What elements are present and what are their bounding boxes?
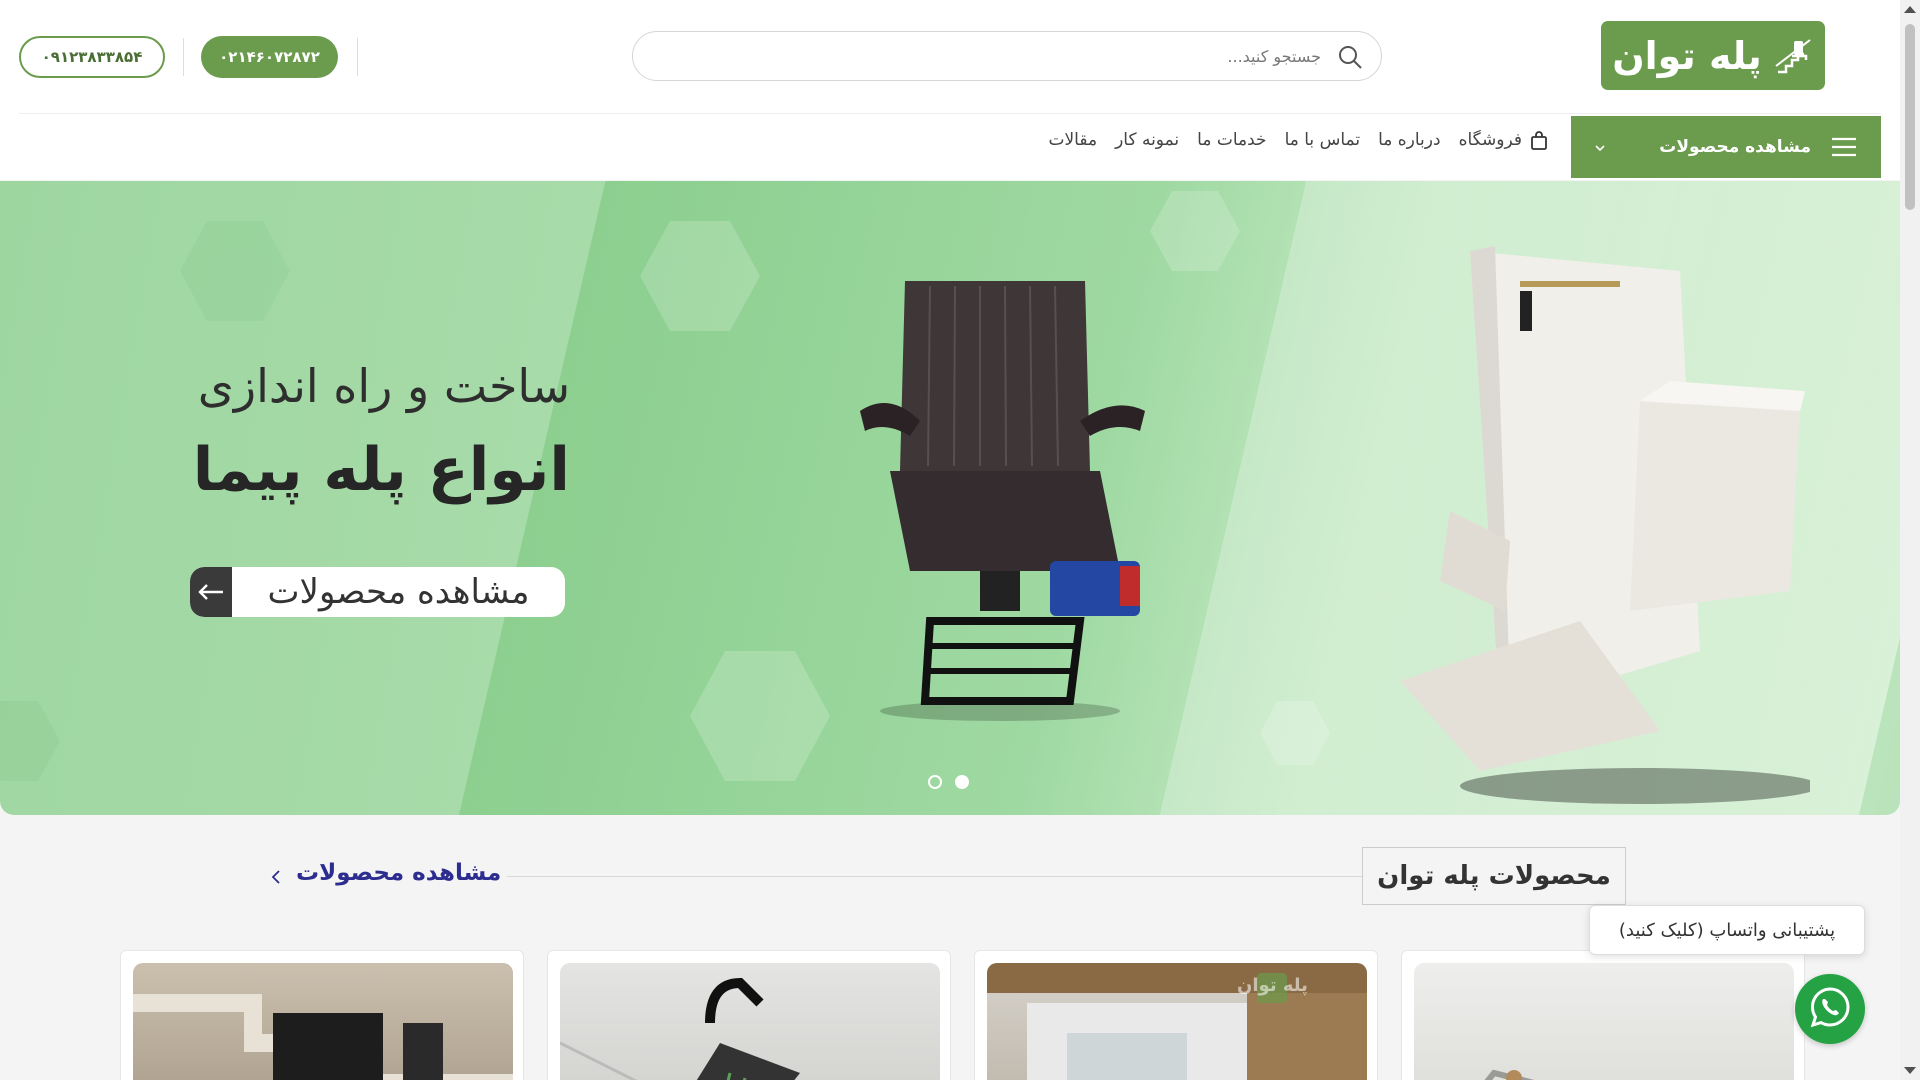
nav-item-services[interactable]: خدمات ما bbox=[1197, 130, 1266, 150]
whatsapp-icon bbox=[1808, 985, 1852, 1033]
products-menu-button[interactable]: مشاهده محصولات bbox=[1571, 116, 1881, 178]
scroll-down-arrow[interactable] bbox=[1904, 1067, 1916, 1074]
page: پله توان ۰۲۱۴۶۰۷۲۸۷۲ ۰۹۱۲۳۸۳۳۸۵۴ bbox=[0, 0, 1900, 1080]
site-logo[interactable]: پله توان bbox=[1601, 21, 1825, 90]
shopping-bag-icon bbox=[1530, 130, 1548, 150]
products-section-title: محصولات پله توان bbox=[1362, 847, 1626, 905]
nav-item-shop[interactable]: فروشگاه bbox=[1459, 130, 1548, 150]
product-image bbox=[133, 963, 513, 1080]
logo-text: پله توان bbox=[1612, 33, 1762, 78]
search-box bbox=[632, 31, 1382, 81]
view-products-label: مشاهده محصولات bbox=[296, 860, 502, 886]
product-image: پله توان bbox=[987, 963, 1367, 1080]
slider-dot-active[interactable] bbox=[955, 775, 969, 789]
hexagon-decoration bbox=[180, 221, 290, 321]
nav-item-portfolio[interactable]: نمونه کار bbox=[1115, 130, 1179, 150]
products-menu-label: مشاهده محصولات bbox=[1659, 137, 1811, 157]
chevron-down-icon bbox=[1593, 140, 1607, 154]
product-image bbox=[1414, 963, 1794, 1080]
hexagon-decoration bbox=[1150, 191, 1240, 271]
product-card[interactable]: پله توان bbox=[974, 950, 1378, 1080]
product-image bbox=[560, 963, 940, 1080]
scroll-thumb[interactable] bbox=[1905, 24, 1915, 210]
hero-view-products-button[interactable]: مشاهده محصولات bbox=[190, 567, 565, 617]
hero-title-line2: انواع پله پیما bbox=[192, 435, 570, 505]
hero-slider[interactable]: ساخت و راه اندازی انواع پله پیما مشاهده … bbox=[0, 181, 1900, 815]
slider-dots bbox=[928, 775, 969, 789]
nav-item-label: فروشگاه bbox=[1458, 130, 1522, 150]
header-divider bbox=[357, 38, 358, 76]
nav-item-contact[interactable]: تماس با ما bbox=[1285, 130, 1361, 150]
hamburger-icon bbox=[1831, 137, 1857, 157]
search-input[interactable] bbox=[653, 32, 1321, 80]
product-card[interactable] bbox=[547, 950, 951, 1080]
page-scrollbar[interactable] bbox=[1900, 0, 1920, 1080]
hexagon-decoration bbox=[0, 701, 60, 781]
hexagon-decoration bbox=[1260, 701, 1330, 765]
stairlift-image bbox=[1400, 246, 1810, 804]
card-watermark: پله توان bbox=[1237, 975, 1308, 996]
chevron-left-icon bbox=[270, 865, 282, 884]
nav-item-about[interactable]: درباره ما bbox=[1378, 130, 1441, 150]
hexagon-decoration bbox=[640, 221, 760, 331]
nav-item-articles[interactable]: مقالات bbox=[1048, 130, 1097, 150]
slider-dot[interactable] bbox=[928, 775, 942, 789]
scroll-up-arrow[interactable] bbox=[1904, 6, 1916, 13]
site-header: پله توان ۰۲۱۴۶۰۷۲۸۷۲ ۰۹۱۲۳۸۳۳۸۵۴ bbox=[0, 0, 1900, 180]
view-products-link[interactable]: مشاهده محصولات bbox=[270, 860, 501, 886]
whatsapp-button[interactable] bbox=[1795, 974, 1865, 1044]
main-nav: فروشگاه درباره ما تماس با ما خدمات ما نم… bbox=[1048, 130, 1548, 150]
phone-secondary-button[interactable]: ۰۹۱۲۳۸۳۳۸۵۴ bbox=[19, 36, 165, 78]
hexagon-decoration bbox=[690, 651, 830, 781]
section-divider bbox=[507, 876, 1362, 877]
header-divider bbox=[183, 38, 184, 76]
phone-primary-button[interactable]: ۰۲۱۴۶۰۷۲۸۷۲ bbox=[201, 36, 338, 78]
header-separator bbox=[19, 113, 1881, 114]
hero-button-label: مشاهده محصولات bbox=[267, 572, 530, 612]
product-card[interactable] bbox=[120, 950, 524, 1080]
whatsapp-tooltip[interactable]: پشتیبانی واتساپ (کلیک کنید) bbox=[1589, 905, 1865, 955]
stairlift-logo-icon bbox=[1774, 36, 1814, 76]
search-icon[interactable] bbox=[1337, 44, 1363, 70]
hero-title-line1: ساخت و راه اندازی bbox=[197, 359, 570, 413]
product-card[interactable] bbox=[1401, 950, 1805, 1080]
arrow-left-icon bbox=[190, 567, 232, 617]
stair-chair-image bbox=[860, 281, 1145, 721]
